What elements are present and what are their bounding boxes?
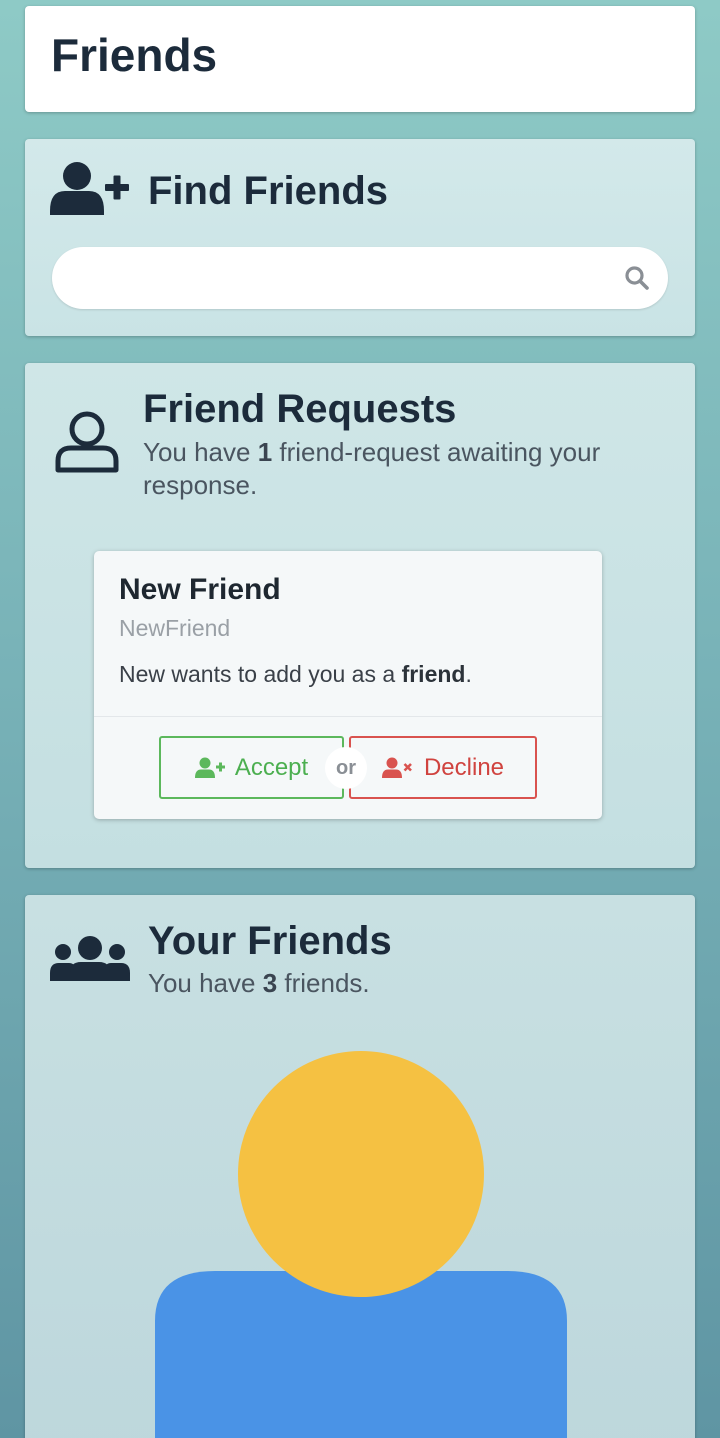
request-username: NewFriend bbox=[119, 615, 231, 641]
find-friends-heading: Find Friends bbox=[148, 168, 388, 213]
search-input[interactable] bbox=[76, 247, 600, 311]
avatar bbox=[155, 1051, 567, 1438]
your-friends-heading: Your Friends bbox=[148, 919, 392, 963]
find-friends-panel: Find Friends bbox=[25, 139, 695, 336]
your-friends-summary: You have 3 friends. bbox=[148, 968, 370, 998]
friend-requests-summary: You have 1 friend-request awaiting your … bbox=[143, 437, 601, 500]
search-icon[interactable] bbox=[624, 265, 650, 296]
decline-button[interactable]: Decline bbox=[349, 736, 537, 799]
user-plus-icon bbox=[194, 757, 225, 778]
avatar-head bbox=[238, 1051, 484, 1297]
user-plus-icon bbox=[50, 161, 130, 220]
friend-requests-count: 1 bbox=[257, 437, 273, 467]
find-friends-header: Find Friends bbox=[50, 161, 388, 220]
friend-requests-heading: Friend Requests bbox=[143, 387, 457, 431]
users-group-icon bbox=[50, 935, 130, 988]
page-title: Friends bbox=[51, 29, 218, 81]
accept-label: Accept bbox=[234, 753, 309, 781]
your-friends-panel: Your Friends You have 3 friends. bbox=[25, 895, 695, 1438]
friends-count: 3 bbox=[262, 968, 278, 998]
user-times-icon bbox=[381, 757, 412, 778]
or-separator: or bbox=[325, 747, 367, 789]
accept-button[interactable]: Accept bbox=[159, 736, 344, 799]
search-box[interactable] bbox=[52, 247, 668, 311]
request-message: New wants to add you as a friend. bbox=[119, 661, 472, 687]
friend-request-card: New Friend NewFriend New wants to add yo… bbox=[94, 551, 602, 819]
request-display-name: New Friend bbox=[119, 573, 281, 606]
friend-requests-panel: Friend Requests You have 1 friend-reques… bbox=[25, 363, 695, 868]
user-outline-icon bbox=[54, 410, 120, 479]
page-header: Friends bbox=[25, 6, 695, 112]
divider bbox=[94, 716, 602, 717]
decline-label: Decline bbox=[423, 753, 505, 781]
